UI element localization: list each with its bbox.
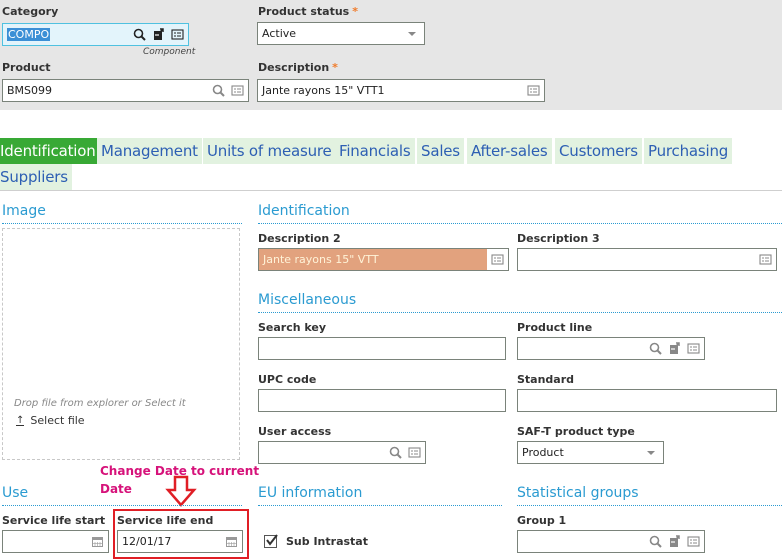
required-marker: * bbox=[332, 61, 338, 74]
select-file-label: Select file bbox=[30, 414, 85, 427]
category-hint: Component bbox=[143, 47, 196, 57]
eu-section-title: EU information bbox=[258, 485, 363, 501]
section-divider bbox=[258, 312, 782, 313]
drop-hint: Drop file from explorer or Select it bbox=[14, 398, 186, 409]
category-field[interactable]: COMPO bbox=[2, 23, 189, 46]
search-icon[interactable] bbox=[649, 342, 662, 355]
section-divider bbox=[2, 223, 242, 224]
image-section-title: Image bbox=[2, 203, 46, 219]
misc-section-title: Miscellaneous bbox=[258, 292, 357, 308]
search-icon[interactable] bbox=[212, 84, 225, 97]
stat-section-title: Statistical groups bbox=[517, 485, 639, 501]
detail-icon[interactable] bbox=[687, 535, 700, 548]
group1-field[interactable] bbox=[517, 530, 705, 553]
description3-field[interactable] bbox=[517, 248, 777, 271]
tab-purchasing[interactable]: Purchasing bbox=[644, 138, 733, 164]
product-field[interactable]: BMS099 bbox=[2, 79, 249, 102]
tab-units-of-measure[interactable]: Units of measure bbox=[203, 138, 336, 164]
description2-label: Description 2 bbox=[258, 232, 341, 245]
description-field[interactable]: Jante rayons 15" VTT1 bbox=[257, 79, 545, 102]
product-line-label: Product line bbox=[517, 321, 593, 334]
service-life-end-value: 12/01/17 bbox=[122, 535, 172, 548]
category-value: COMPO bbox=[7, 28, 51, 41]
saft-type-select[interactable]: Product bbox=[517, 441, 664, 464]
description2-value: Jante rayons 15" VTT bbox=[263, 253, 379, 266]
search-icon[interactable] bbox=[133, 28, 146, 41]
search-icon[interactable] bbox=[649, 535, 662, 548]
standard-label: Standard bbox=[517, 373, 575, 386]
product-value: BMS099 bbox=[7, 84, 53, 97]
jump-to-icon[interactable] bbox=[668, 535, 681, 548]
chevron-down-icon bbox=[647, 451, 655, 455]
saft-type-label: SAF-T product type bbox=[517, 425, 635, 438]
category-label: Category bbox=[2, 5, 59, 18]
service-life-start-input[interactable] bbox=[2, 530, 109, 553]
section-divider bbox=[258, 505, 502, 506]
detail-icon[interactable] bbox=[231, 84, 244, 97]
description-label: Description * bbox=[258, 61, 338, 74]
section-divider bbox=[517, 505, 782, 506]
tab-after-sales[interactable]: After-sales bbox=[467, 138, 552, 164]
jump-to-icon[interactable] bbox=[668, 342, 681, 355]
search-icon[interactable] bbox=[389, 446, 402, 459]
jump-to-icon[interactable] bbox=[152, 28, 165, 41]
description3-label: Description 3 bbox=[517, 232, 600, 245]
product-status-select[interactable]: Active bbox=[257, 22, 425, 45]
identification-section-title: Identification bbox=[258, 203, 350, 219]
service-life-end-label: Service life end bbox=[117, 514, 214, 527]
user-access-label: User access bbox=[258, 425, 332, 438]
detail-icon[interactable] bbox=[527, 84, 540, 97]
sub-intrastat-label: Sub Intrastat bbox=[286, 535, 368, 548]
service-life-end-input[interactable]: 12/01/17 bbox=[117, 530, 243, 553]
chevron-down-icon bbox=[408, 32, 416, 36]
section-divider bbox=[258, 223, 782, 224]
section-divider bbox=[2, 505, 242, 506]
calendar-icon[interactable] bbox=[225, 535, 238, 548]
search-key-input[interactable] bbox=[258, 337, 506, 360]
tab-sales[interactable]: Sales bbox=[417, 138, 464, 164]
detail-icon[interactable] bbox=[171, 28, 184, 41]
tab-management[interactable]: Management bbox=[97, 138, 202, 164]
group1-label: Group 1 bbox=[517, 514, 567, 527]
detail-icon[interactable] bbox=[408, 446, 421, 459]
tab-identification[interactable]: Identification bbox=[0, 138, 100, 164]
description2-field[interactable]: Jante rayons 15" VTT bbox=[258, 248, 509, 271]
description-value: Jante rayons 15" VTT1 bbox=[262, 84, 385, 97]
annotation-arrow-icon bbox=[165, 475, 197, 507]
required-marker: * bbox=[352, 5, 358, 18]
detail-icon[interactable] bbox=[491, 253, 504, 266]
tab-financials[interactable]: Financials bbox=[335, 138, 415, 164]
standard-input[interactable] bbox=[517, 389, 777, 412]
saft-type-value: Product bbox=[522, 446, 564, 459]
calendar-icon[interactable] bbox=[91, 535, 104, 548]
product-status-label: Product status * bbox=[258, 5, 358, 18]
tab-customers[interactable]: Customers bbox=[555, 138, 642, 164]
detail-icon[interactable] bbox=[687, 342, 700, 355]
tabs-divider bbox=[0, 190, 782, 191]
user-access-field[interactable] bbox=[258, 441, 426, 464]
use-section-title: Use bbox=[2, 485, 29, 501]
checkmark-icon bbox=[266, 534, 278, 546]
detail-icon[interactable] bbox=[759, 253, 772, 266]
upc-code-input[interactable] bbox=[258, 389, 506, 412]
upc-code-label: UPC code bbox=[258, 373, 317, 386]
tab-suppliers[interactable]: Suppliers bbox=[0, 164, 72, 190]
product-line-field[interactable] bbox=[517, 337, 705, 360]
select-file-button[interactable]: ↑ Select file bbox=[16, 414, 85, 427]
product-status-value: Active bbox=[262, 27, 297, 40]
sub-intrastat-checkbox[interactable] bbox=[264, 534, 278, 548]
product-label: Product bbox=[2, 61, 51, 74]
service-life-start-label: Service life start bbox=[2, 514, 106, 527]
search-key-label: Search key bbox=[258, 321, 327, 334]
upload-icon: ↑ bbox=[16, 414, 25, 426]
